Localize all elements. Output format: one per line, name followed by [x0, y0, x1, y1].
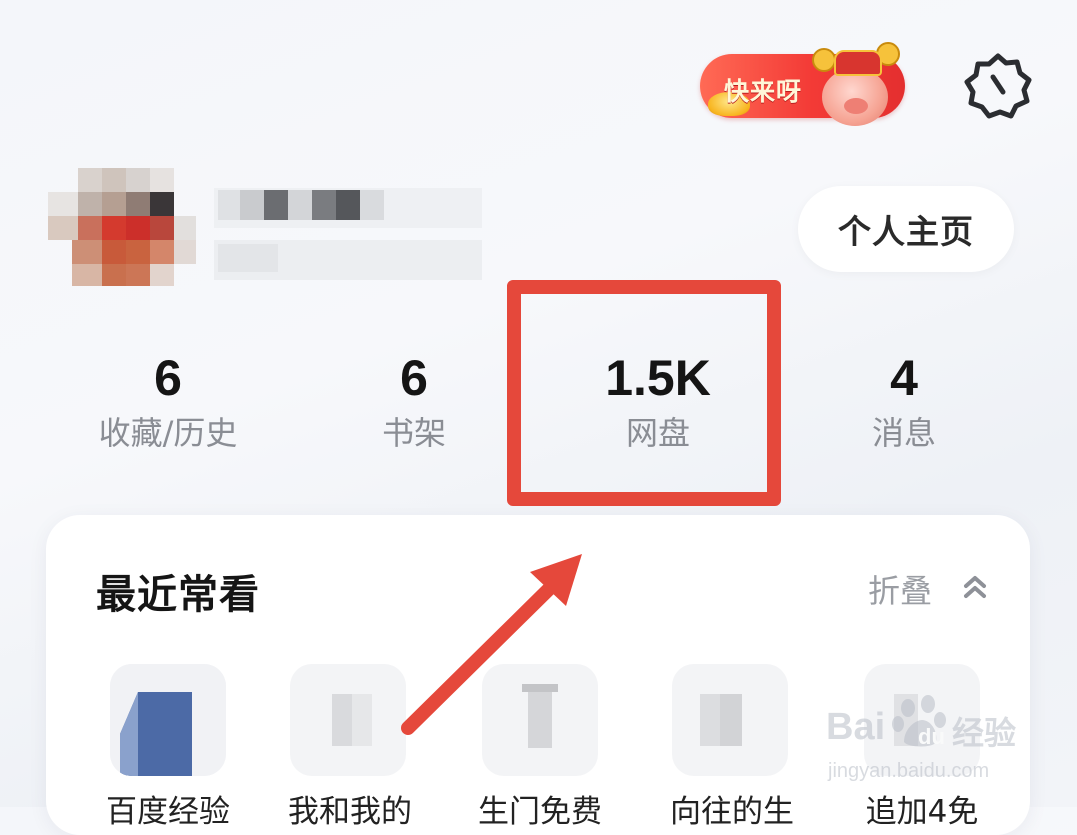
stat-value: 6 [400, 350, 428, 406]
recent-title: 最近常看 [96, 572, 260, 618]
recent-item-label: 我和我的 [288, 794, 412, 830]
baidu-watermark: Bai du 经验 jingyan.baidu.com [826, 694, 1026, 784]
fold-button[interactable]: 折叠 [868, 566, 932, 612]
settings-button[interactable] [962, 50, 1034, 122]
personal-homepage-button[interactable]: 个人主页 [798, 186, 1014, 272]
avatar[interactable] [48, 168, 196, 294]
book-cover-icon [110, 664, 226, 776]
collapse-chevron-icon[interactable] [958, 570, 992, 604]
watermark-name: 经验 [952, 714, 1017, 752]
recent-item-thumbnail[interactable] [110, 664, 226, 776]
recent-item-thumbnail[interactable] [672, 664, 788, 776]
stat-label: 书架 [381, 414, 446, 452]
recent-item-label: 追加4免 [865, 794, 979, 830]
recent-item-thumbnail[interactable] [290, 664, 406, 776]
stat-value: 6 [154, 350, 182, 406]
stat-label: 消息 [871, 414, 936, 452]
recent-item-label: 百度经验 [106, 794, 230, 830]
stat-messages[interactable]: 4 消息 [804, 348, 1004, 456]
pig-mascot-icon [812, 42, 900, 128]
watermark-brand: Bai [826, 706, 886, 748]
watermark-url: jingyan.baidu.com [828, 760, 990, 782]
highlight-box [507, 280, 781, 506]
stat-value: 4 [890, 350, 918, 406]
gear-icon [964, 53, 1032, 119]
promo-badge[interactable]: 快来呀 [700, 42, 914, 128]
stat-favorites-history[interactable]: 6 收藏/历史 [68, 348, 268, 456]
watermark-brand-suffix: du [918, 724, 945, 749]
username [214, 188, 482, 280]
recent-item-label: 向往的生 [670, 794, 794, 830]
stat-bookshelf[interactable]: 6 书架 [314, 348, 514, 456]
annotation-arrow [390, 540, 600, 740]
recent-item-label: 生门免费 [478, 794, 602, 830]
promo-label: 快来呀 [724, 77, 803, 106]
stat-label: 收藏/历史 [98, 414, 238, 452]
